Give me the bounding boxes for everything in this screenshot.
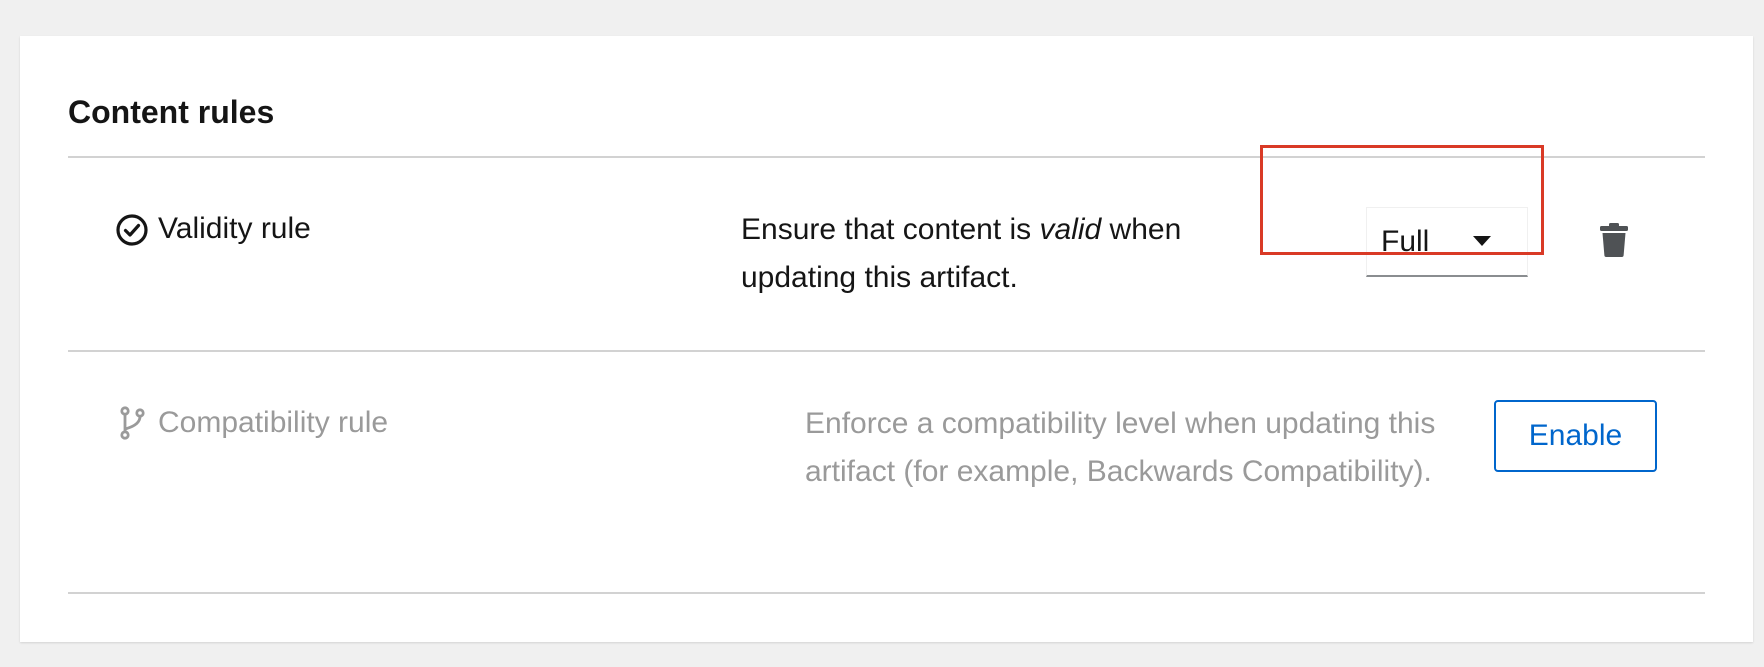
enable-button[interactable]: Enable — [1494, 400, 1657, 472]
bottom-divider — [68, 592, 1705, 594]
validity-level-value: Full — [1381, 225, 1430, 258]
compatibility-rule-description: Enforce a compatibility level when updat… — [805, 407, 1436, 488]
check-circle-icon — [116, 214, 148, 246]
validity-description-prefix: Ensure that content is — [741, 213, 1040, 246]
card-title: Content rules — [68, 94, 275, 130]
row-divider — [68, 350, 1705, 352]
trash-icon[interactable] — [1599, 222, 1629, 258]
caret-down-icon — [1473, 236, 1491, 246]
content-rules-card: Content rules Validity rule Ensure that … — [20, 36, 1753, 642]
code-branch-icon — [120, 406, 145, 440]
validity-rule-description: Ensure that content is valid when updati… — [741, 206, 1261, 302]
header-divider — [68, 156, 1705, 158]
compatibility-rule-name: Compatibility rule — [158, 406, 389, 439]
validity-description-emphasis: valid — [1039, 213, 1102, 246]
validity-rule-name: Validity rule — [158, 212, 311, 245]
validity-level-select[interactable]: Full — [1366, 207, 1528, 277]
